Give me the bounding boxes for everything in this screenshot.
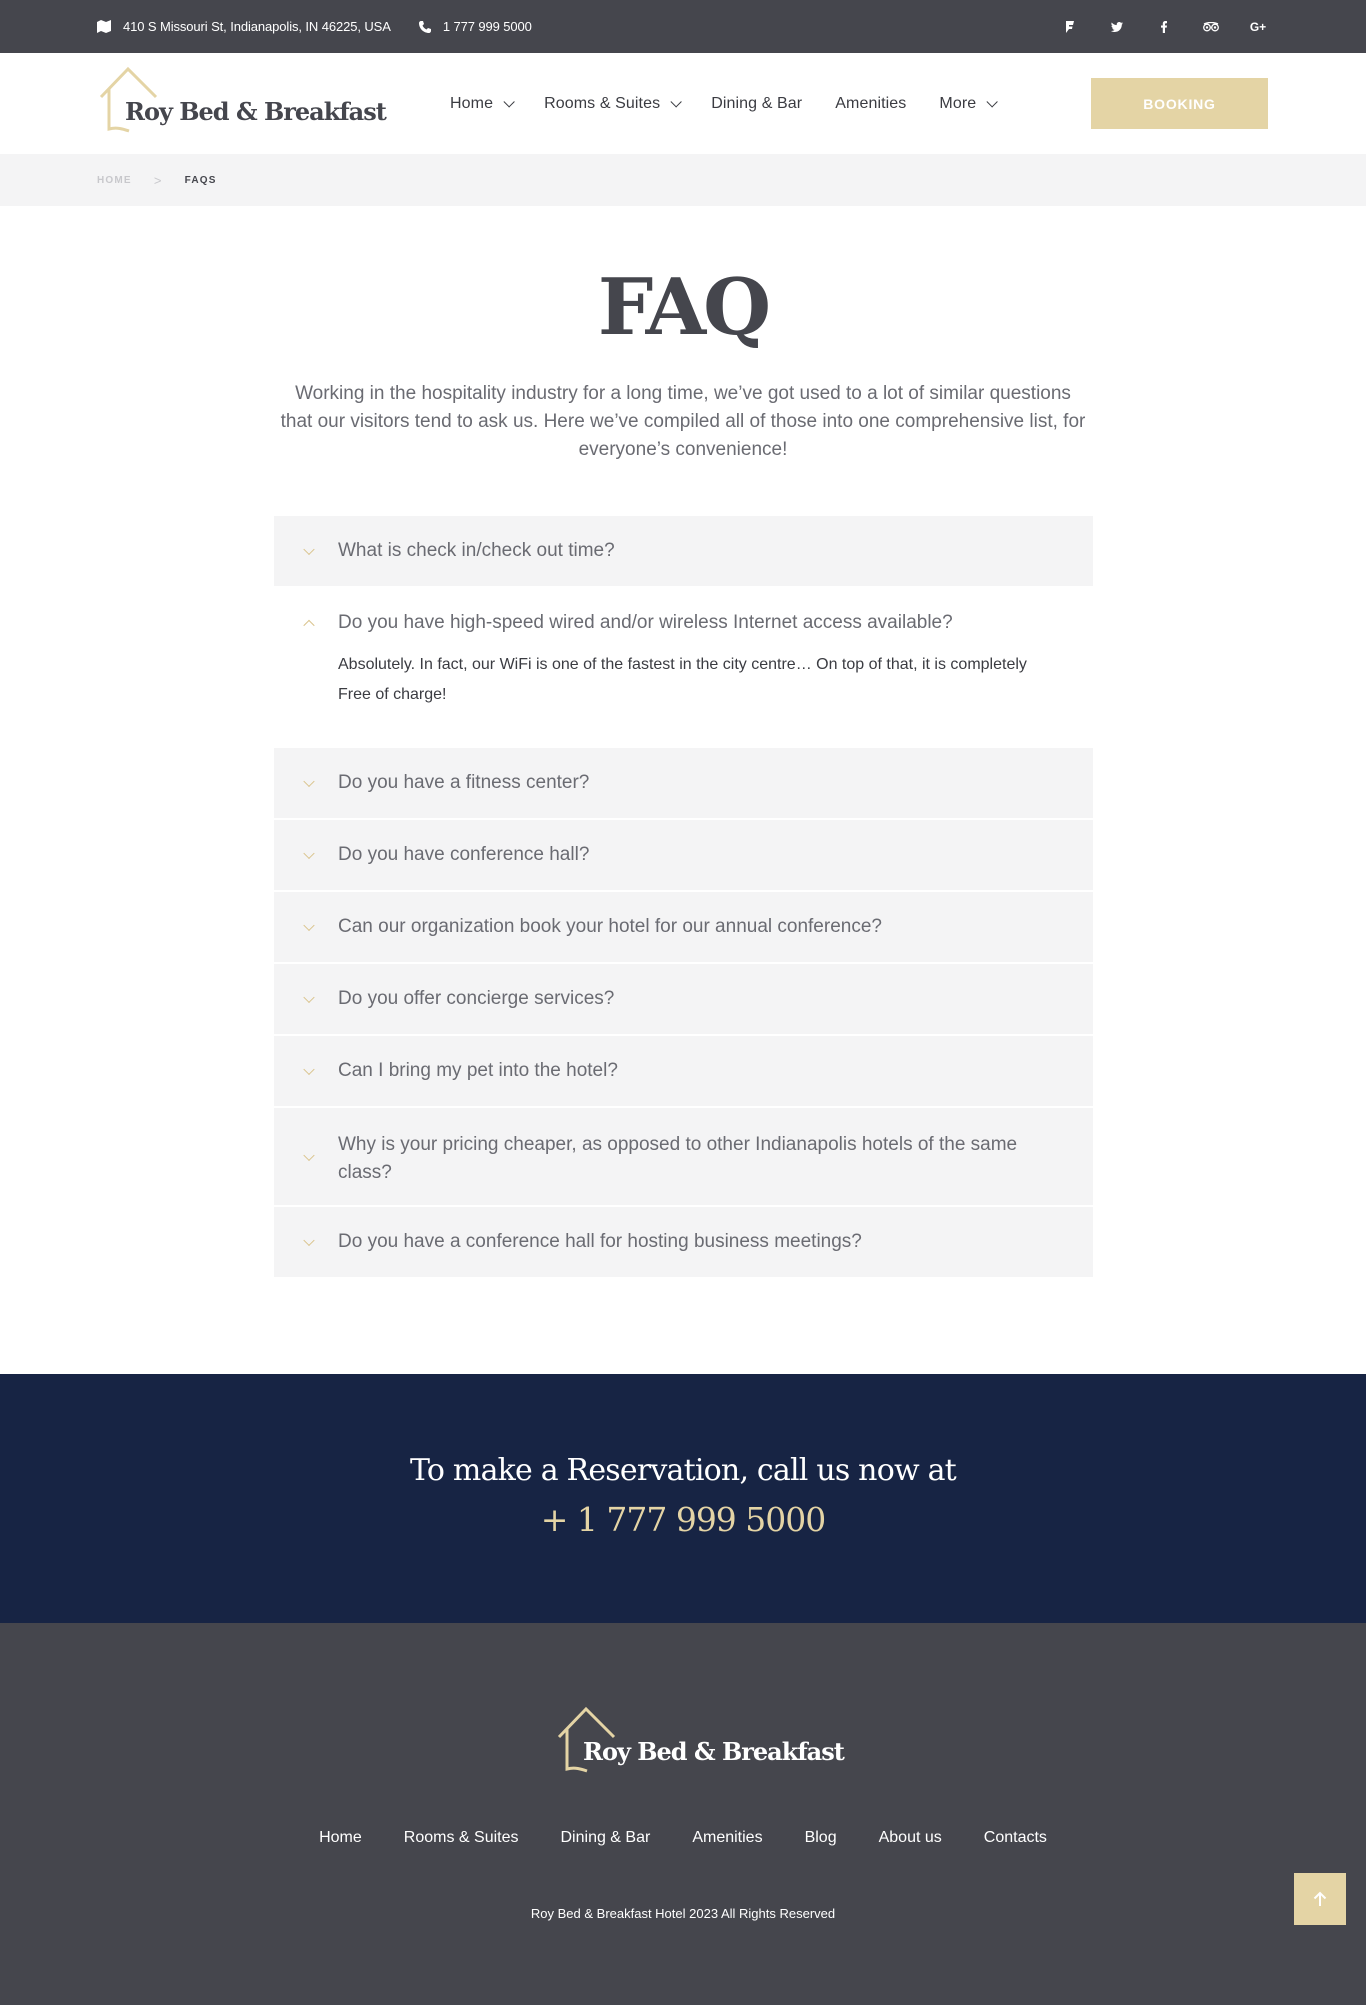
site-footer: Roy Bed & Breakfast Home Rooms & Suites … — [0, 1623, 1366, 2005]
breadcrumb: HOME > FAQS — [0, 154, 1366, 206]
faq-question[interactable]: Why is your pricing cheaper, as opposed … — [274, 1108, 1093, 1205]
faq-item[interactable]: Do you have a fitness center? — [274, 748, 1093, 818]
chevron-down-icon — [303, 1063, 315, 1076]
chevron-down-icon — [303, 919, 315, 932]
footer-link-dining-bar[interactable]: Dining & Bar — [561, 1829, 651, 1847]
breadcrumb-home[interactable]: HOME — [97, 175, 132, 186]
faq-item[interactable]: Do you have a conference hall for hostin… — [274, 1207, 1093, 1277]
address: 410 S Missouri St, Indianapolis, IN 4622… — [97, 19, 391, 34]
breadcrumb-current: FAQS — [184, 174, 217, 186]
map-icon — [97, 20, 111, 33]
faq-question[interactable]: Can I bring my pet into the hotel? — [274, 1036, 1093, 1106]
address-text: 410 S Missouri St, Indianapolis, IN 4622… — [123, 19, 391, 34]
chevron-down-icon — [303, 1149, 315, 1161]
main-nav: Home Rooms & Suites Dining & Bar Ameniti… — [450, 53, 1027, 154]
footer-link-home[interactable]: Home — [319, 1829, 362, 1847]
nav-item-home[interactable]: Home — [450, 95, 515, 113]
google-plus-icon[interactable]: G+ — [1247, 16, 1269, 38]
copyright: Roy Bed & Breakfast Hotel 2023 All Right… — [530, 1906, 836, 1921]
footer-link-blog[interactable]: Blog — [805, 1829, 837, 1847]
faq-item-open[interactable]: Do you have high-speed wired and/or wire… — [274, 588, 1093, 746]
faq-question[interactable]: What is check in/check out time? — [274, 516, 1093, 586]
page-title: FAQ — [597, 262, 771, 353]
nav-item-amenities[interactable]: Amenities — [835, 95, 906, 113]
breadcrumb-separator: > — [153, 172, 163, 188]
arrow-up-icon — [1313, 1891, 1327, 1906]
phone-icon — [418, 20, 431, 33]
faq-item[interactable]: What is check in/check out time? — [274, 516, 1093, 586]
faq-item[interactable]: Can I bring my pet into the hotel? — [274, 1036, 1093, 1106]
chevron-down-icon — [503, 95, 515, 108]
faq-answer: Absolutely. In fact, our WiFi is one of … — [338, 656, 1027, 703]
tripadvisor-icon[interactable] — [1200, 16, 1222, 38]
nav-item-more[interactable]: More — [939, 95, 999, 113]
footer-logo[interactable]: Roy Bed & Breakfast — [555, 1703, 845, 1783]
footer-link-amenities[interactable]: Amenities — [692, 1829, 762, 1847]
faq-question[interactable]: Can our organization book your hotel for… — [274, 892, 1093, 962]
reservation-phone[interactable]: + 1 777 999 5000 — [0, 1500, 1366, 1539]
faq-question[interactable]: Do you have conference hall? — [274, 820, 1093, 890]
phone[interactable]: 1 777 999 5000 — [418, 19, 532, 34]
chevron-down-icon — [303, 847, 315, 860]
twitter-icon[interactable] — [1106, 16, 1128, 38]
chevron-down-icon — [986, 95, 999, 108]
logo-text: Roy Bed & Breakfast — [125, 97, 387, 126]
booking-button[interactable]: BOOKING — [1091, 78, 1268, 129]
back-to-top-button[interactable] — [1294, 1873, 1346, 1925]
faq-question[interactable]: Do you offer concierge services? — [274, 964, 1093, 1034]
reservation-text: To make a Reservation, call us now at — [410, 1453, 957, 1488]
faq-item[interactable]: Do you offer concierge services? — [274, 964, 1093, 1034]
faq-question[interactable]: Do you have a fitness center? — [274, 748, 1093, 818]
footer-logo-text: Roy Bed & Breakfast — [583, 1737, 845, 1766]
chevron-down-icon — [303, 991, 315, 1004]
chevron-up-icon — [303, 619, 315, 632]
footer-link-rooms-suites[interactable]: Rooms & Suites — [404, 1829, 519, 1847]
social-links: G+ — [1034, 16, 1269, 38]
faq-item[interactable]: Do you have conference hall? — [274, 820, 1093, 890]
site-header: Roy Bed & Breakfast Home Rooms & Suites … — [0, 53, 1366, 154]
phone-text: 1 777 999 5000 — [442, 19, 532, 34]
chevron-down-icon — [303, 1234, 315, 1247]
nav-item-rooms-suites[interactable]: Rooms & Suites — [544, 95, 682, 113]
chevron-down-icon — [670, 95, 682, 108]
footer-link-about-us[interactable]: About us — [879, 1829, 942, 1847]
chevron-down-icon — [303, 543, 315, 556]
logo[interactable]: Roy Bed & Breakfast — [97, 63, 387, 143]
chevron-down-icon — [303, 775, 315, 788]
reservation-banner: To make a Reservation, call us now at + … — [0, 1374, 1366, 1623]
faq-question[interactable]: Do you have a conference hall for hostin… — [274, 1207, 1093, 1277]
faq-accordion: What is check in/check out time? Do you … — [274, 516, 1093, 1279]
top-bar: 410 S Missouri St, Indianapolis, IN 4622… — [0, 0, 1366, 53]
faq-item[interactable]: Why is your pricing cheaper, as opposed … — [274, 1108, 1093, 1205]
nav-item-dining-bar[interactable]: Dining & Bar — [711, 95, 802, 113]
facebook-icon[interactable] — [1153, 16, 1175, 38]
foursquare-icon[interactable] — [1059, 16, 1081, 38]
faq-intro: Working in the hospitality industry for … — [280, 383, 1086, 460]
faq-item[interactable]: Can our organization book your hotel for… — [274, 892, 1093, 962]
faq-question[interactable]: Do you have high-speed wired and/or wire… — [274, 588, 1093, 658]
footer-link-contacts[interactable]: Contacts — [984, 1829, 1047, 1847]
footer-nav: Home Rooms & Suites Dining & Bar Ameniti… — [0, 1829, 1366, 1847]
